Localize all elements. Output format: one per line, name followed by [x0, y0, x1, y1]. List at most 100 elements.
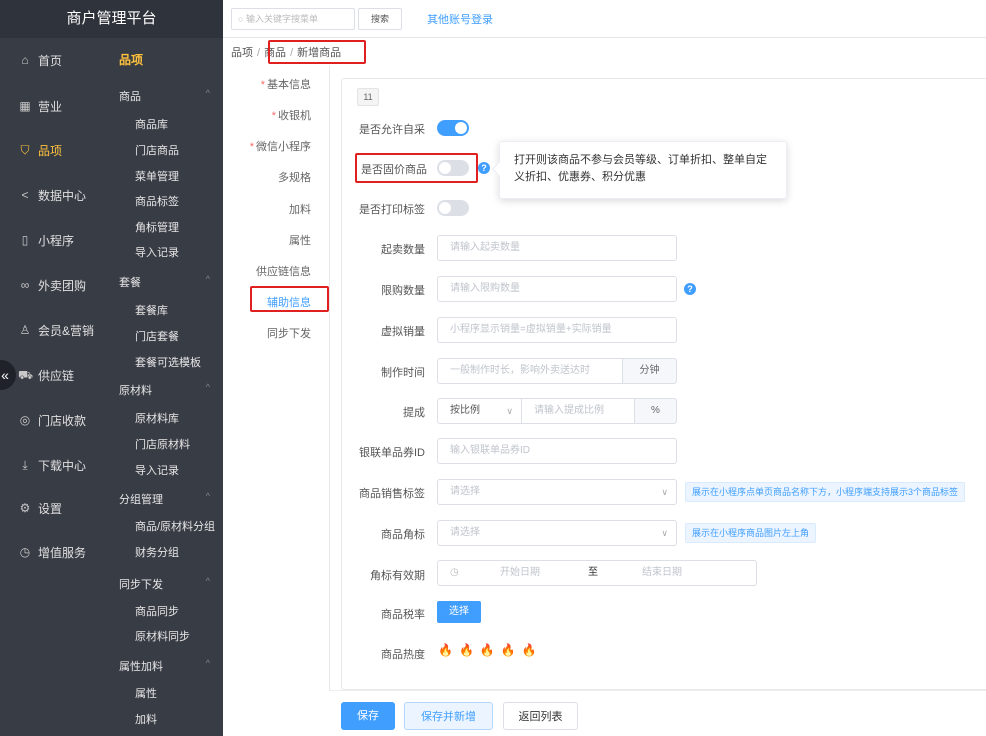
top-bar: ○ 输入关键字搜菜单 搜索 其他账号登录 — [223, 0, 986, 38]
make-time-input[interactable]: 一般制作时长，影响外卖送达时 — [437, 358, 623, 384]
submenu-item[interactable]: 门店原材料 — [135, 436, 190, 452]
min-qty-label: 起卖数量 — [381, 244, 425, 256]
nav-item[interactable]: ◎ 门店收款 — [0, 398, 104, 442]
nav-item-label: 小程序 — [38, 233, 75, 248]
section-tab[interactable]: 属性 — [289, 232, 311, 248]
submenu-item[interactable]: 原材料库 — [135, 410, 179, 426]
tax-rate-select-button[interactable]: 选择 — [437, 601, 481, 623]
self-purchase-label: 是否允许自采 — [359, 124, 425, 136]
breadcrumb-highlight-box — [268, 40, 366, 64]
limit-qty-input[interactable]: 请输入限购数量 — [437, 276, 677, 302]
nav-item[interactable]: < 数据中心 — [0, 173, 104, 217]
other-account-login-link[interactable]: 其他账号登录 — [427, 11, 493, 27]
submenu-item[interactable]: 财务分组 — [135, 544, 179, 560]
nav-item[interactable]: ∞ 外卖团购 — [0, 263, 104, 307]
print-label-label: 是否打印标签 — [359, 204, 425, 216]
chevron-down-icon: ∨ — [661, 528, 668, 538]
nav-item-label: 供应链 — [38, 368, 75, 383]
heat-rating-flames[interactable]: 🔥🔥🔥🔥🔥 — [438, 643, 543, 657]
submenu-item[interactable]: 导入记录 — [135, 462, 179, 478]
nav-item[interactable]: ⌂ 首页 — [0, 38, 104, 82]
app-title: 商户管理平台 — [0, 0, 223, 38]
submenu-item[interactable]: 商品同步 — [135, 603, 179, 619]
submenu-group-label: 套餐 — [119, 277, 141, 289]
section-tabs: * 基本信息 * 收银机 * 微信小程序 多规格 加料 属性 供应链信息 辅助信息 同步下发 — [231, 66, 329, 706]
tabs-divider — [329, 66, 330, 706]
wallet-icon: ◎ — [19, 413, 31, 427]
nav-item-label: 外卖团购 — [38, 278, 87, 293]
corner-mark-select[interactable]: 请选择 ∨ — [437, 520, 677, 546]
section-tab-label: 多规格 — [278, 172, 311, 184]
section-tab[interactable]: * 微信小程序 — [250, 138, 311, 154]
start-date[interactable]: 开始日期 — [500, 561, 540, 585]
section-tab[interactable]: * 收银机 — [272, 107, 311, 123]
help-icon[interactable]: ? — [684, 283, 696, 295]
print-label-toggle[interactable] — [437, 200, 469, 216]
min-qty-input[interactable]: 请输入起卖数量 — [437, 235, 677, 261]
menu-search-input[interactable]: ○ 输入关键字搜菜单 — [231, 8, 355, 30]
section-tab[interactable]: 加料 — [289, 201, 311, 217]
commission-mode-select[interactable]: 按比例 ∨ — [437, 398, 522, 424]
sales-tag-placeholder: 请选择 — [450, 486, 480, 497]
self-purchase-toggle[interactable] — [437, 120, 469, 136]
nav-item[interactable]: ▦ 营业 — [0, 84, 104, 128]
submenu-item[interactable]: 导入记录 — [135, 244, 179, 260]
submenu-item[interactable]: 原材料同步 — [135, 628, 190, 644]
section-tab[interactable]: 同步下发 — [267, 325, 311, 341]
nav-item-label: 会员&营销 — [38, 323, 95, 338]
search-button[interactable]: 搜索 — [358, 8, 402, 30]
submenu-item[interactable]: 角标管理 — [135, 219, 179, 235]
section-tab[interactable]: * 基本信息 — [261, 76, 311, 92]
breadcrumb-item[interactable]: 品项 — [231, 47, 253, 59]
required-mark: * — [260, 79, 265, 91]
submenu-item[interactable]: 加料 — [135, 711, 157, 727]
commission-mode-value: 按比例 — [450, 405, 480, 416]
chevron-down-icon: ∨ — [506, 406, 513, 416]
nav-item[interactable]: ▯ 小程序 — [0, 218, 104, 262]
unionpay-id-input[interactable]: 输入银联单品券ID — [437, 438, 677, 464]
back-to-list-button[interactable]: 返回列表 — [503, 702, 578, 730]
section-tab[interactable]: 多规格 — [278, 169, 311, 185]
submenu-item[interactable]: 菜单管理 — [135, 168, 179, 184]
nav-item[interactable]: ⛉ 品项 — [0, 128, 104, 172]
people-icon: ∞ — [20, 278, 30, 292]
submenu-item[interactable]: 套餐可选模板 — [135, 354, 201, 370]
submenu-item[interactable]: 套餐库 — [135, 302, 168, 318]
home-icon: ⌂ — [21, 53, 29, 67]
end-date[interactable]: 结束日期 — [642, 561, 682, 585]
sales-tag-label: 商品销售标签 — [359, 488, 425, 500]
save-button[interactable]: 保存 — [341, 702, 395, 730]
submenu-item[interactable]: 属性 — [135, 685, 157, 701]
chevron-down-icon: ∨ — [661, 487, 668, 497]
commission-rate-input[interactable]: 请输入提成比例 — [521, 398, 635, 424]
submenu-group[interactable]: 商品 ^ — [119, 88, 214, 104]
submenu-item[interactable]: 商品标签 — [135, 193, 179, 209]
phone-icon: ▯ — [21, 233, 29, 247]
submenu-item[interactable]: 门店商品 — [135, 142, 179, 158]
nav-item[interactable]: ◷ 增值服务 — [0, 530, 104, 574]
help-icon[interactable]: ? — [478, 162, 490, 174]
nav-item[interactable]: ⤓ 下载中心 — [0, 443, 104, 487]
virtual-sales-input[interactable]: 小程序显示销量=虚拟销量+实际销量 — [437, 317, 677, 343]
fixed-price-highlight-box — [355, 153, 478, 183]
nav-item-label: 设置 — [38, 501, 63, 516]
nav-item[interactable]: ♙ 会员&营销 — [0, 308, 104, 352]
corner-period-range[interactable]: ◷ 开始日期 至 结束日期 — [437, 560, 757, 586]
save-and-new-button[interactable]: 保存并新增 — [404, 702, 493, 730]
submenu-group[interactable]: 原材料 ^ — [119, 382, 214, 398]
submenu-item[interactable]: 门店套餐 — [135, 328, 179, 344]
nav-item-label: 门店收款 — [38, 413, 87, 428]
submenu-group-label: 原材料 — [119, 385, 152, 397]
submenu-group[interactable]: 属性加料 ^ — [119, 658, 214, 674]
section-tab-label: 同步下发 — [267, 328, 311, 340]
submenu-group[interactable]: 同步下发 ^ — [119, 576, 214, 592]
service-icon: ◷ — [19, 545, 31, 559]
submenu-group[interactable]: 分组管理 ^ — [119, 491, 214, 507]
nav-item[interactable]: ⚙ 设置 — [0, 486, 104, 530]
sales-tag-select[interactable]: 请选择 ∨ — [437, 479, 677, 505]
submenu-item[interactable]: 商品/原材料分组 — [135, 518, 215, 534]
submenu-group[interactable]: 套餐 ^ — [119, 274, 214, 290]
section-tab[interactable]: 供应链信息 — [256, 263, 311, 279]
submenu-head[interactable]: 品项 — [104, 38, 223, 82]
submenu-item[interactable]: 商品库 — [135, 116, 168, 132]
